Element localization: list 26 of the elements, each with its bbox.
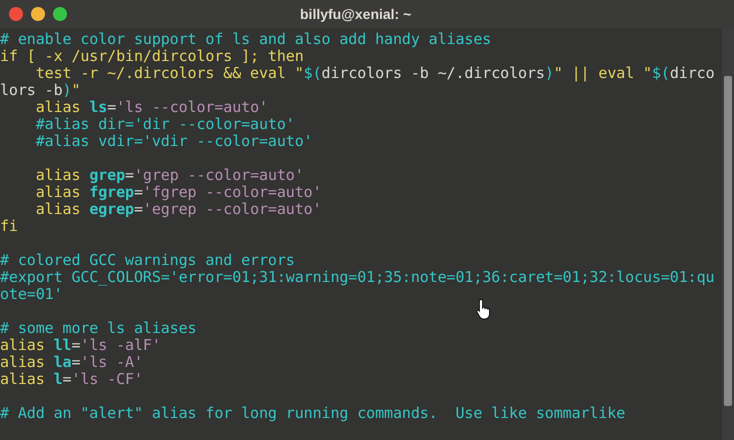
scrollbar[interactable] bbox=[722, 28, 734, 440]
terminal-line: fi bbox=[0, 218, 18, 235]
terminal-line: # colored GCC warnings and errors bbox=[0, 252, 295, 269]
pointer-hand-icon bbox=[476, 298, 492, 320]
terminal-line: #alias vdir='vdir --color=auto' bbox=[34, 133, 313, 150]
terminal-line: alias la='ls -A' bbox=[0, 354, 143, 371]
terminal-line: alias ll='ls -alF' bbox=[0, 337, 161, 354]
terminal-line: alias fgrep='fgrep --color=auto' bbox=[34, 184, 322, 201]
terminal-line: alias l='ls -CF' bbox=[0, 371, 143, 388]
terminal-line: if [ -x /usr/bin/dircolors ]; then bbox=[0, 48, 304, 65]
terminal-line: test -r ~/.dircolors && eval "$(dircolors -b ~/.dircolors)" || eval "$(dirco bbox=[34, 65, 715, 82]
close-button[interactable] bbox=[9, 7, 23, 21]
maximize-button[interactable] bbox=[53, 7, 67, 21]
terminal-line: lors -b)" bbox=[0, 82, 80, 99]
terminal-line: # Add an "alert" alias for long running commands. Use like sommarlike bbox=[0, 405, 626, 422]
terminal-line: alias ls='ls --color=auto' bbox=[34, 99, 268, 116]
minimize-button[interactable] bbox=[31, 7, 45, 21]
terminal-line: # some more ls aliases bbox=[0, 320, 196, 337]
terminal-line: alias grep='grep --color=auto' bbox=[34, 167, 304, 184]
terminal-line: # enable color support of ls and also add handy aliases bbox=[0, 31, 492, 48]
scrollbar-thumb[interactable] bbox=[724, 76, 732, 406]
terminal-line: #alias dir='dir --color=auto' bbox=[34, 116, 295, 133]
terminal-line: alias egrep='egrep --color=auto' bbox=[34, 201, 322, 218]
terminal-line: ote=01' bbox=[0, 286, 63, 303]
window-title: billyfu@xenial: ~ bbox=[300, 4, 412, 24]
terminal-line: #export GCC_COLORS='error=01;31:warning=01;35:note=01;36:caret=01;32:locus=01:qu bbox=[0, 269, 714, 286]
